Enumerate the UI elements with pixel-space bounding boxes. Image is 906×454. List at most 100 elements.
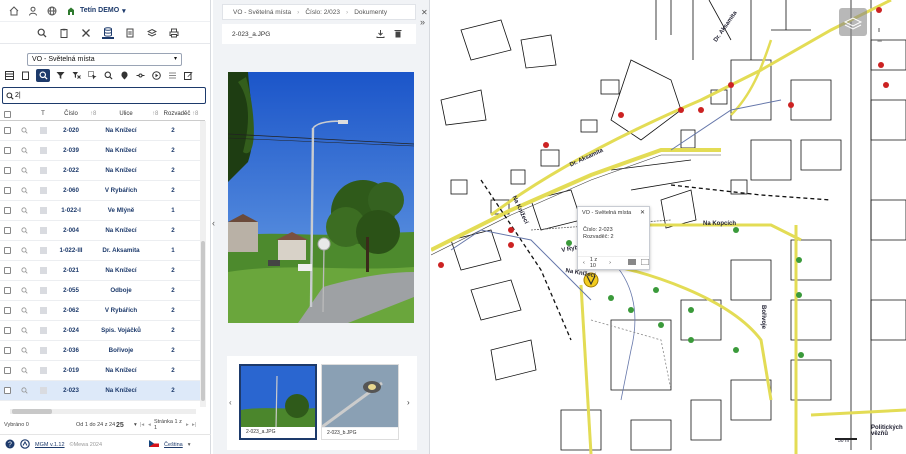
- zoom-search-icon[interactable]: [14, 387, 34, 394]
- row-checkbox[interactable]: [0, 367, 14, 374]
- header-cislo[interactable]: Číslo: [52, 111, 90, 117]
- layers-icon[interactable]: [146, 27, 158, 39]
- row-checkbox[interactable]: [0, 247, 14, 254]
- row-detail-icon[interactable]: [34, 167, 52, 174]
- clipboard-icon[interactable]: [58, 27, 70, 39]
- search-icon[interactable]: [36, 68, 50, 82]
- select-cursor-icon[interactable]: [87, 70, 98, 81]
- location-pin-icon[interactable]: [119, 70, 130, 81]
- last-page-icon[interactable]: ▸|: [192, 422, 200, 428]
- next-thumb-icon[interactable]: ›: [407, 398, 410, 407]
- zoom-search-icon[interactable]: [14, 347, 34, 354]
- layers-switch-button[interactable]: [839, 8, 867, 36]
- table-row[interactable]: 2-039 Na Knížecí 2: [0, 141, 200, 161]
- close-icon[interactable]: ✕: [421, 8, 428, 17]
- select-all-checkbox[interactable]: [0, 110, 14, 118]
- row-checkbox[interactable]: [0, 207, 14, 214]
- row-detail-icon[interactable]: [34, 307, 52, 314]
- edit-icon[interactable]: [183, 70, 194, 81]
- thumbnail-b[interactable]: 2-023_b.JPG: [321, 364, 399, 440]
- table-row[interactable]: 2-055 Odboje 2: [0, 281, 200, 301]
- zoom-search-icon[interactable]: [14, 187, 34, 194]
- table-row[interactable]: 2-021 Na Knížecí 2: [0, 261, 200, 281]
- table-row[interactable]: 2-020 Na Knížecí 2: [0, 121, 200, 141]
- first-page-icon[interactable]: |◂: [140, 422, 148, 428]
- zoom-search-icon[interactable]: [14, 227, 34, 234]
- home-icon[interactable]: [8, 5, 20, 17]
- row-detail-icon[interactable]: [34, 347, 52, 354]
- row-detail-icon[interactable]: [34, 267, 52, 274]
- row-detail-icon[interactable]: [34, 187, 52, 194]
- print-icon[interactable]: [168, 27, 180, 39]
- map-view[interactable]: − Dr. Aksamita Dr. Aksamita Na Kopcích N…: [431, 0, 906, 454]
- row-detail-icon[interactable]: [34, 247, 52, 254]
- download-icon[interactable]: [376, 29, 385, 40]
- row-checkbox[interactable]: [0, 147, 14, 154]
- row-detail-icon[interactable]: [34, 327, 52, 334]
- zoom-search-icon[interactable]: [14, 327, 34, 334]
- clipboard-list-icon[interactable]: [20, 70, 31, 81]
- zoom-search-icon[interactable]: [14, 367, 34, 374]
- project-selector[interactable]: Tetín DEMO ▾: [65, 5, 126, 17]
- table-row[interactable]: 2-062 V Rybářích 2: [0, 301, 200, 321]
- zoom-search-icon[interactable]: [14, 247, 34, 254]
- version-link[interactable]: MGM v.1.12: [35, 442, 65, 448]
- row-checkbox[interactable]: [0, 307, 14, 314]
- help-icon[interactable]: ?: [5, 439, 15, 451]
- sort-icon[interactable]: ↑8: [152, 111, 162, 117]
- row-checkbox[interactable]: [0, 227, 14, 234]
- zoom-search-icon[interactable]: [14, 147, 34, 154]
- delete-icon[interactable]: [394, 29, 402, 40]
- table-row[interactable]: 2-019 Na Knížecí 2: [0, 361, 200, 381]
- sort-icon[interactable]: ↑8: [192, 111, 202, 117]
- expand-right-icon[interactable]: »: [420, 17, 425, 27]
- prev-thumb-icon[interactable]: ‹: [229, 398, 232, 407]
- sort-icon[interactable]: ↑8: [90, 111, 100, 117]
- row-detail-icon[interactable]: [34, 227, 52, 234]
- tools-icon[interactable]: [80, 27, 92, 39]
- row-checkbox[interactable]: [0, 127, 14, 134]
- search-icon[interactable]: [36, 27, 48, 39]
- table-row[interactable]: 1-022-III Dr. Aksamita 1: [0, 241, 200, 261]
- header-ulice[interactable]: Ulice: [100, 111, 152, 117]
- play-circle-icon[interactable]: [151, 70, 162, 81]
- report-icon[interactable]: [124, 27, 136, 39]
- row-checkbox[interactable]: [0, 167, 14, 174]
- row-checkbox[interactable]: [0, 267, 14, 274]
- table-row[interactable]: 2-022 Na Knížecí 2: [0, 161, 200, 181]
- table-horizontal-scrollbar[interactable]: [10, 409, 196, 414]
- user-icon[interactable]: [27, 5, 39, 17]
- table-scrollbar[interactable]: [200, 121, 206, 407]
- stats-icon[interactable]: [135, 70, 146, 81]
- row-checkbox[interactable]: [0, 287, 14, 294]
- table-row[interactable]: 2-004 Na Knížecí 2: [0, 221, 200, 241]
- row-checkbox[interactable]: [0, 347, 14, 354]
- table-row[interactable]: 2-036 Bořivoje 2: [0, 341, 200, 361]
- row-detail-icon[interactable]: [34, 127, 52, 134]
- zoom-search-icon[interactable]: [14, 307, 34, 314]
- row-checkbox[interactable]: [0, 187, 14, 194]
- table-row[interactable]: 2-024 Spis. Vojáčků 2: [0, 321, 200, 341]
- row-detail-icon[interactable]: [34, 147, 52, 154]
- zoom-search-icon[interactable]: [14, 267, 34, 274]
- language-select[interactable]: Čeština: [164, 442, 183, 448]
- table-row[interactable]: 2-060 V Rybářích 2: [0, 181, 200, 201]
- zoom-search-icon[interactable]: [14, 127, 34, 134]
- page-size-select[interactable]: 25: [116, 422, 134, 429]
- prev-feature-icon[interactable]: ‹: [583, 260, 585, 266]
- search-input[interactable]: 2|: [2, 87, 206, 104]
- list-icon[interactable]: [167, 70, 178, 81]
- table-view-icon[interactable]: [628, 259, 636, 267]
- close-icon[interactable]: ✕: [640, 209, 645, 216]
- thumbnail-a[interactable]: 2-023_a.JPG: [239, 364, 317, 440]
- row-checkbox[interactable]: [0, 327, 14, 334]
- zoom-search-icon[interactable]: [14, 287, 34, 294]
- row-checkbox[interactable]: [0, 387, 14, 394]
- filter-clear-icon[interactable]: [71, 70, 82, 81]
- table-row[interactable]: 1-022-I Ve Mlýně 1: [0, 201, 200, 221]
- row-detail-icon[interactable]: [34, 387, 52, 394]
- zoom-search-icon[interactable]: [103, 70, 114, 81]
- next-feature-icon[interactable]: ›: [609, 260, 611, 266]
- row-detail-icon[interactable]: [34, 287, 52, 294]
- zoom-search-icon[interactable]: [14, 207, 34, 214]
